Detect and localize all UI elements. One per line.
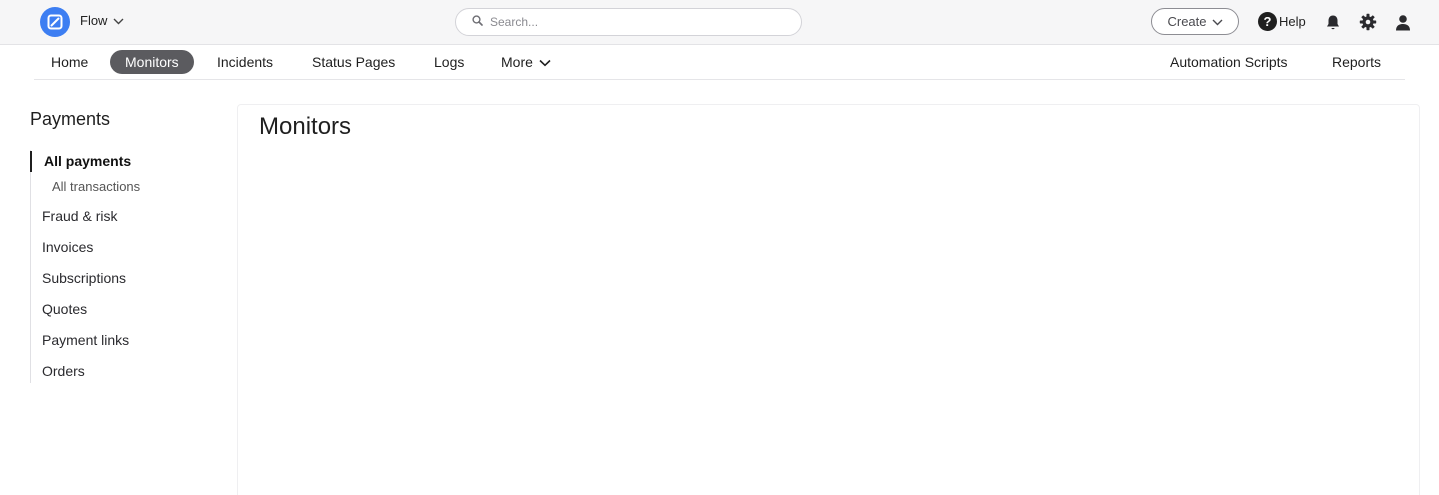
primary-nav: Home Monitors Incidents Status Pages Log… <box>34 45 1405 80</box>
flow-logo-icon[interactable] <box>40 7 70 37</box>
sidebar-item-subscriptions[interactable]: Subscriptions <box>42 270 126 286</box>
help-button[interactable]: ? Help <box>1258 12 1306 31</box>
active-indicator <box>30 151 32 172</box>
gear-icon[interactable] <box>1358 12 1378 32</box>
sidebar-title: Payments <box>30 109 111 129</box>
page-title: Monitors <box>259 113 352 140</box>
bell-icon[interactable] <box>1323 12 1343 32</box>
nav-monitors[interactable]: Monitors <box>110 50 194 74</box>
help-circle-icon: ? <box>1258 12 1277 31</box>
sidebar-item-orders[interactable]: Orders <box>42 363 85 379</box>
nav-incidents[interactable]: Incidents <box>217 50 273 74</box>
app-switcher[interactable]: Flow <box>80 13 124 28</box>
nav-logs[interactable]: Logs <box>434 50 464 74</box>
nav-automation-scripts[interactable]: Automation Scripts <box>1170 50 1288 74</box>
sidebar-item-all-payments[interactable]: All payments <box>44 153 131 169</box>
nav-status-pages[interactable]: Status Pages <box>312 50 395 74</box>
chevron-down-icon <box>113 13 124 28</box>
chevron-down-icon <box>1212 14 1223 29</box>
sidebar-nav: All payments All transactions Fraud & ri… <box>30 150 210 383</box>
sidebar-item-payment-links[interactable]: Payment links <box>42 332 129 348</box>
sidebar-item-invoices[interactable]: Invoices <box>42 239 93 255</box>
nav-more[interactable]: More <box>501 50 551 74</box>
nav-home[interactable]: Home <box>51 50 88 74</box>
create-button[interactable]: Create <box>1151 8 1239 35</box>
help-label: Help <box>1279 14 1306 29</box>
app-name: Flow <box>80 13 108 28</box>
sidebar-item-quotes[interactable]: Quotes <box>42 301 87 317</box>
search-bar[interactable] <box>455 8 802 36</box>
sidebar-item-fraud-risk[interactable]: Fraud & risk <box>42 208 117 224</box>
search-input[interactable] <box>490 15 780 29</box>
search-icon <box>472 13 483 31</box>
main-panel: Monitors <box>237 104 1420 495</box>
top-bar: Flow Create ? Help <box>0 0 1439 45</box>
create-button-label: Create <box>1167 14 1207 29</box>
chevron-down-icon <box>539 50 551 74</box>
sidebar-item-all-transactions[interactable]: All transactions <box>52 179 140 194</box>
user-icon[interactable] <box>1393 12 1413 32</box>
nav-reports[interactable]: Reports <box>1332 50 1381 74</box>
nav-more-label: More <box>501 54 533 70</box>
